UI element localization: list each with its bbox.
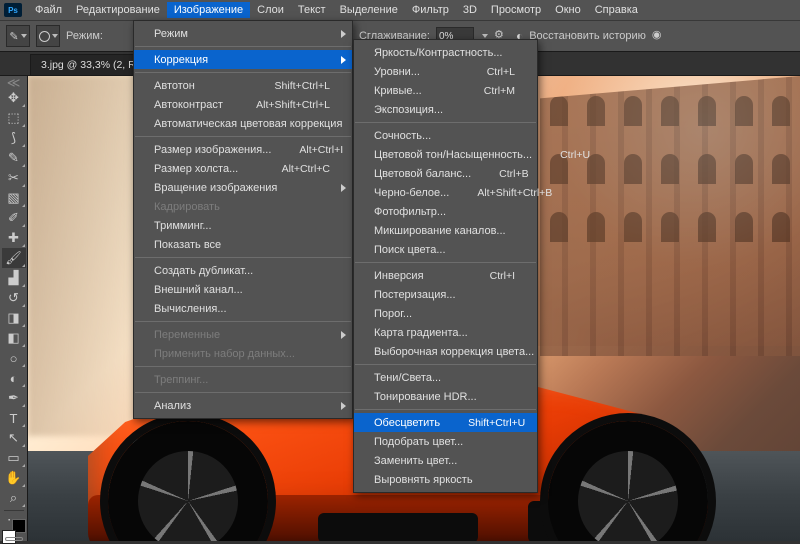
menu-image-item[interactable]: Коррекция [134,50,352,69]
menu-image-item[interactable]: Вращение изображения [134,178,352,197]
menu-correction-item[interactable]: Заменить цвет... [354,451,537,470]
menu-image-item[interactable]: Показать все [134,235,352,254]
menu-image-item[interactable]: Автоматическая цветовая коррекцияShift+C… [134,114,352,133]
mode-label: Режим: [66,30,103,42]
submenu-correction-dropdown: Яркость/Контрастность...Уровни...Ctrl+LК… [353,39,538,493]
type-tool[interactable]: T [2,408,26,428]
menu-correction-item[interactable]: ОбесцветитьShift+Ctrl+U [354,413,537,432]
menu-окно[interactable]: Окно [548,2,588,18]
menu-image-item: Треппинг... [134,370,352,389]
menu-текст[interactable]: Текст [291,2,333,18]
menu-image-item: Применить набор данных... [134,344,352,363]
menu-редактирование[interactable]: Редактирование [69,2,167,18]
menu-correction-item[interactable]: Черно-белое...Alt+Shift+Ctrl+B [354,183,537,202]
menu-correction-item[interactable]: Постеризация... [354,285,537,304]
menu-image-dropdown: Режим Коррекция АвтотонShift+Ctrl+LАвтокон… [133,20,353,419]
menu-image-item[interactable]: АвтоконтрастAlt+Shift+Ctrl+L [134,95,352,114]
menu-фильтр[interactable]: Фильтр [405,2,456,18]
menu-image-item[interactable]: Вычисления... [134,299,352,318]
tool-bar: ≪ ✥⬚⟆✎✂▧✐✚🖌▟↺◨◧○◐✒T↖▭✋⌕ ⋯ [0,76,28,541]
collapse-handle[interactable]: ≪ [2,78,26,88]
menu-3d[interactable]: 3D [456,2,484,18]
menu-correction-item[interactable]: Сочность... [354,126,537,145]
eyedropper-tool[interactable]: ✐ [2,208,26,228]
menu-image-item[interactable]: Тримминг... [134,216,352,235]
shape-tool[interactable]: ▭ [2,448,26,468]
frame-tool[interactable]: ▧ [2,188,26,208]
app-logo: Ps [4,3,22,17]
brush-tool[interactable]: 🖌 [2,248,26,268]
menu-correction-item[interactable]: ИнверсияCtrl+I [354,266,537,285]
marquee-tool[interactable]: ⬚ [2,108,26,128]
pen-tool[interactable]: ✒ [2,388,26,408]
menu-correction-item[interactable]: Экспозиция... [354,100,537,119]
menu-выделение[interactable]: Выделение [333,2,405,18]
menu-correction-item[interactable]: Тени/Света... [354,368,537,387]
menu-справка[interactable]: Справка [588,2,645,18]
menu-correction-item[interactable]: Карта градиента... [354,323,537,342]
menu-correction-item[interactable]: Тонирование HDR... [354,387,537,406]
menu-correction-item[interactable]: Цветовой баланс...Ctrl+B [354,164,537,183]
stamp-tool[interactable]: ▟ [2,268,26,288]
hand-tool[interactable]: ✋ [2,468,26,488]
menu-просмотр[interactable]: Просмотр [484,2,548,18]
crop-tool[interactable]: ✂ [2,168,26,188]
menu-correction-item[interactable]: Порог... [354,304,537,323]
menu-correction-item[interactable]: Фотофильтр... [354,202,537,221]
blur-tool[interactable]: ○ [2,348,26,368]
menu-image-item[interactable]: Размер изображения...Alt+Ctrl+I [134,140,352,159]
move-tool[interactable]: ✥ [2,88,26,108]
menu-image-item[interactable]: Режим [134,24,352,43]
quick-mask-toggle[interactable] [5,537,23,541]
eraser-tool[interactable]: ◨ [2,308,26,328]
healing-tool[interactable]: ✚ [2,228,26,248]
menu-correction-item[interactable]: Выровнять яркость [354,470,537,489]
tablet-pressure-icon[interactable]: ◉ [652,28,668,44]
zoom-tool[interactable]: ⌕ [2,488,26,508]
menu-image-item: Кадрировать [134,197,352,216]
menu-image-item[interactable]: Размер холста...Alt+Ctrl+C [134,159,352,178]
lasso-tool[interactable]: ⟆ [2,128,26,148]
menu-image-item[interactable]: Создать дубликат... [134,261,352,280]
menu-image-item[interactable]: Анализ [134,396,352,415]
brush-preset-picker[interactable] [36,25,60,47]
menu-correction-item[interactable]: Поиск цвета... [354,240,537,259]
menu-correction-item[interactable]: Кривые...Ctrl+M [354,81,537,100]
menu-correction-item[interactable]: Цветовой тон/Насыщенность...Ctrl+U [354,145,537,164]
gradient-tool[interactable]: ◧ [2,328,26,348]
quick-select-tool[interactable]: ✎ [2,148,26,168]
foreground-background-swatch[interactable] [2,530,26,533]
dodge-tool[interactable]: ◐ [2,368,26,388]
restore-history-label: Восстановить историю [529,30,646,42]
menu-слои[interactable]: Слои [250,2,291,18]
history-brush-tool[interactable]: ↺ [2,288,26,308]
path-tool[interactable]: ↖ [2,428,26,448]
menu-image-item: Переменные [134,325,352,344]
menu-image-item[interactable]: АвтотонShift+Ctrl+L [134,76,352,95]
menu-image-item[interactable]: Внешний канал... [134,280,352,299]
menu-файл[interactable]: Файл [28,2,69,18]
menu-correction-item[interactable]: Яркость/Контрастность... [354,43,537,62]
menu-изображение[interactable]: Изображение [167,2,250,18]
tool-preset-picker[interactable]: ✎ [6,25,30,47]
menu-bar: Ps ФайлРедактированиеИзображениеСлоиТекс… [0,0,800,20]
menu-correction-item[interactable]: Уровни...Ctrl+L [354,62,537,81]
menu-correction-item[interactable]: Выборочная коррекция цвета... [354,342,537,361]
menu-correction-item[interactable]: Подобрать цвет... [354,432,537,451]
menu-correction-item[interactable]: Микширование каналов... [354,221,537,240]
